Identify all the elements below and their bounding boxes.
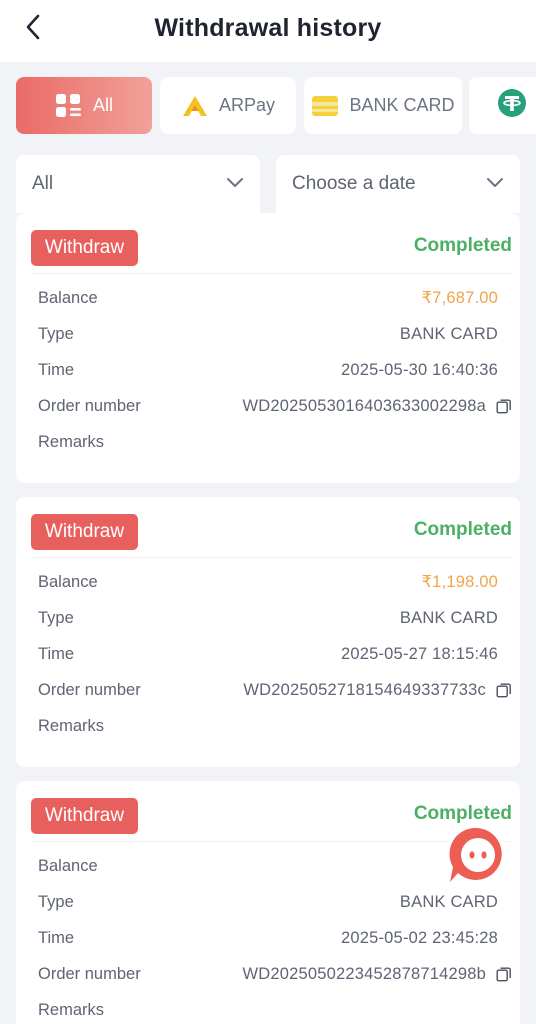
time-value: 2025-05-27 18:15:46 [340,644,498,663]
order-number-label: Order number [38,964,141,983]
grid-icon [55,93,83,119]
order-number-value: WD2025053016403633002298a [242,396,486,415]
status-text: Completed [413,235,512,256]
type-value: BANK CARD [399,324,498,343]
divider [31,557,512,558]
type-label: Type [38,608,74,627]
order-number-row: Order number WD2025052718154649337733c [38,678,512,702]
balance-label: Balance [38,288,98,307]
balance-value: ₹7,687.00 [421,289,498,307]
page-title: Withdrawal history [154,14,382,42]
remarks-row: Remarks [38,998,498,1022]
chevron-down-icon [226,173,244,195]
balance-label: Balance [38,572,98,591]
tab-usdt[interactable] [469,77,536,134]
date-select[interactable]: Choose a date [276,155,520,213]
order-number-value: WD2025052718154649337733c [243,680,486,699]
type-value: BANK CARD [399,608,498,627]
type-row: Type BANK CARD [38,606,498,630]
withdraw-badge: Withdraw [31,230,138,266]
filter-bar: All Choose a date [16,155,520,213]
divider [31,273,512,274]
payment-method-tabs: All ARPay BANK CARD [16,77,536,135]
balance-value: ₹1,198.00 [421,573,498,591]
time-row: Time 2025-05-27 18:15:46 [38,642,498,666]
divider [31,841,512,842]
tab-arpay[interactable]: ARPay [160,77,296,134]
copy-icon[interactable] [496,398,512,414]
time-row: Time 2025-05-30 16:40:36 [38,358,498,382]
type-label: Type [38,324,74,343]
order-number-row: Order number WD2025053016403633002298a [38,394,512,418]
balance-row: Balance [38,854,498,878]
time-label: Time [38,360,75,379]
type-label: Type [38,892,74,911]
tab-all[interactable]: All [16,77,152,134]
remarks-row: Remarks [38,714,498,738]
time-value: 2025-05-30 16:40:36 [340,360,498,379]
order-number-row: Order number WD2025050223452878714298b [38,962,512,986]
type-row: Type BANK CARD [38,322,498,346]
order-number-label: Order number [38,680,141,699]
copy-icon[interactable] [496,966,512,982]
order-number-value: WD2025050223452878714298b [242,964,486,983]
arpay-logo-icon [181,94,209,118]
withdrawal-record-card: Withdraw Completed Balance ₹7,687.00 Typ… [16,213,520,483]
remarks-label: Remarks [38,432,105,451]
header-bar: Withdrawal history [0,0,536,62]
withdraw-badge: Withdraw [31,514,138,550]
type-select-value: All [32,173,54,194]
date-select-value: Choose a date [292,173,416,194]
type-row: Type BANK CARD [38,890,498,914]
time-label: Time [38,928,75,947]
tab-bank-card[interactable]: BANK CARD [304,77,462,134]
chat-bubble-icon [444,824,510,892]
type-value: BANK CARD [399,892,498,911]
time-row: Time 2025-05-02 23:45:28 [38,926,498,950]
tab-label: BANK CARD [349,95,455,115]
balance-row: Balance ₹1,198.00 [38,570,498,594]
status-text: Completed [413,519,512,540]
remarks-label: Remarks [38,716,105,735]
time-value: 2025-05-02 23:45:28 [340,928,498,947]
remarks-row: Remarks [38,430,498,454]
bank-card-icon [311,95,339,117]
time-label: Time [38,644,75,663]
tether-icon [497,88,527,123]
tab-label: ARPay [218,95,276,115]
balance-label: Balance [38,856,98,875]
copy-icon[interactable] [496,682,512,698]
type-select[interactable]: All [16,155,260,213]
balance-row: Balance ₹7,687.00 [38,286,498,310]
remarks-label: Remarks [38,1000,105,1019]
tab-label: All [92,95,113,115]
chevron-down-icon [486,173,504,195]
order-number-label: Order number [38,396,141,415]
customer-service-chat-button[interactable] [444,822,510,888]
withdrawal-record-card: Withdraw Completed Balance Type BANK CAR… [16,781,520,1024]
withdrawal-record-card: Withdraw Completed Balance ₹1,198.00 Typ… [16,497,520,767]
withdraw-badge: Withdraw [31,798,138,834]
